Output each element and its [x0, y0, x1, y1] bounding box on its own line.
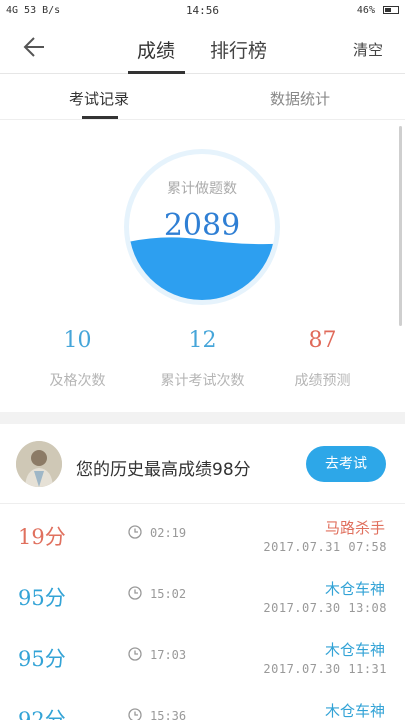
record-title: 马路杀手 — [324, 519, 385, 537]
scrollbar[interactable] — [399, 126, 402, 326]
record-score: 95分 — [18, 647, 66, 671]
avatar[interactable] — [16, 441, 62, 487]
best-score-row: 您的历史最高成绩98分 去考试 — [0, 424, 405, 504]
record-score: 92分 — [18, 708, 66, 720]
tab-leaderboard[interactable]: 排行榜 — [210, 36, 267, 63]
sub-tabs: 考试记录 数据统计 — [0, 74, 405, 120]
battery-status: 46% — [357, 5, 399, 16]
clear-button[interactable]: 清空 — [353, 39, 383, 60]
record-duration: 15:36 — [150, 709, 187, 720]
back-arrow-icon[interactable] — [22, 34, 48, 60]
list-item[interactable]: 92分 15:36 木仓车神 — [0, 688, 405, 720]
gauge-value: 2089 — [163, 208, 241, 243]
list-item[interactable]: 95分 15:02 木仓车神 2017.07.30 13:08 — [0, 566, 405, 627]
clock-icon — [128, 525, 142, 539]
status-bar: 4G 53 B/s 14:56 46% — [0, 0, 405, 22]
record-title: 木仓车神 — [324, 580, 385, 598]
subtab-statistics[interactable]: 数据统计 — [270, 88, 330, 109]
battery-percent: 46% — [356, 5, 375, 16]
stat-value: 87 — [308, 328, 337, 353]
record-score: 19分 — [18, 525, 66, 549]
stat-pass-count: 10 及格次数 — [10, 328, 145, 390]
stat-exam-count: 12 累计考试次数 — [135, 328, 270, 390]
tab-scores[interactable]: 成绩 — [137, 36, 175, 63]
stat-value: 10 — [63, 328, 92, 353]
best-score-text: 您的历史最高成绩98分 — [76, 460, 251, 480]
subtab-exam-records[interactable]: 考试记录 — [69, 88, 129, 109]
active-subtab-indicator — [82, 116, 118, 119]
record-duration: 02:19 — [150, 526, 187, 540]
gauge-wave-fill — [129, 237, 275, 300]
record-duration: 15:02 — [150, 587, 187, 601]
stats-row: 10 及格次数 12 累计考试次数 87 成绩预测 — [0, 328, 405, 398]
top-nav: 成绩 排行榜 清空 — [0, 22, 405, 74]
clock-icon — [128, 708, 142, 720]
list-item[interactable]: 19分 02:19 马路杀手 2017.07.31 07:58 — [0, 505, 405, 566]
stat-value: 12 — [188, 328, 217, 353]
list-item[interactable]: 95分 17:03 木仓车神 2017.07.30 11:31 — [0, 627, 405, 688]
record-duration: 17:03 — [150, 648, 187, 662]
clock-icon — [128, 647, 142, 661]
avatar-image — [16, 441, 62, 487]
battery-icon — [383, 6, 399, 14]
stat-label: 累计考试次数 — [160, 373, 245, 389]
stat-label: 成绩预测 — [294, 373, 351, 389]
section-divider — [0, 412, 405, 424]
record-date: 2017.07.30 13:08 — [263, 601, 387, 615]
record-title: 木仓车神 — [324, 641, 385, 659]
stat-label: 及格次数 — [49, 373, 106, 389]
take-exam-button[interactable]: 去考试 — [306, 446, 386, 482]
clock-icon — [128, 586, 142, 600]
record-date: 2017.07.31 07:58 — [263, 540, 387, 554]
record-title: 木仓车神 — [324, 702, 385, 720]
stat-score-prediction: 87 成绩预测 — [255, 328, 390, 390]
record-score: 95分 — [18, 586, 66, 610]
record-date: 2017.07.30 11:31 — [263, 662, 387, 676]
clock-time: 14:56 — [185, 4, 220, 17]
gauge-label: 累计做题数 — [167, 181, 237, 197]
exam-records-list: 19分 02:19 马路杀手 2017.07.31 07:58 95分 15:0… — [0, 505, 405, 720]
